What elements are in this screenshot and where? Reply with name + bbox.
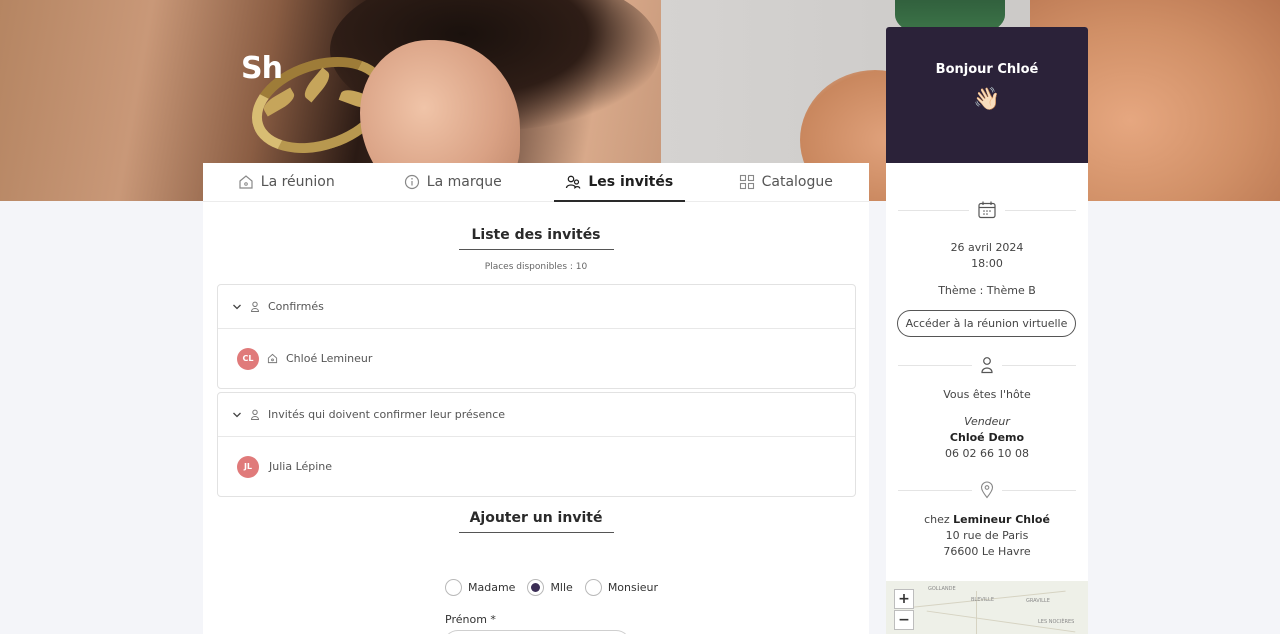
person-icon <box>250 301 260 312</box>
person-icon <box>250 409 260 420</box>
location-map[interactable]: GOLLANDE BLEVILLE GRAVILLE LES NOCIÈRES … <box>886 581 1088 634</box>
seller-role: Vendeur <box>964 415 1010 428</box>
map-zoom-in-button[interactable]: + <box>894 589 914 609</box>
group-label: Confirmés <box>268 300 324 313</box>
chevron-down-icon <box>233 304 241 309</box>
guest-name: Chloé Lemineur <box>286 352 373 365</box>
avatar: CL <box>237 347 259 370</box>
address-line-1: 10 rue de Paris <box>945 529 1029 542</box>
location-divider <box>898 480 1076 500</box>
add-guest-title: Ajouter un invité <box>469 510 603 526</box>
host-home-icon <box>267 353 278 364</box>
map-label: BLEVILLE <box>971 597 995 603</box>
meeting-info-panel: Bonjour Chloé 👋🏻 26 avril 2024 18:00 Thè… <box>886 27 1088 634</box>
meeting-time: 18:00 <box>971 257 1003 270</box>
tab-label: La marque <box>426 174 502 190</box>
host-divider <box>898 355 1076 375</box>
calendar-icon <box>978 201 996 219</box>
radio-mlle[interactable]: Mlle <box>527 579 573 596</box>
tab-invites[interactable]: Les invités <box>536 163 703 201</box>
virtual-meeting-button[interactable]: Accéder à la réunion virtuelle <box>897 310 1076 337</box>
guest-list-title: Liste des invités <box>471 227 601 243</box>
title-divider <box>458 249 614 250</box>
tab-catalogue[interactable]: Catalogue <box>703 163 870 201</box>
group-pending: Invités qui doivent confirmer leur prése… <box>217 392 856 497</box>
guest-list-header: Liste des invités Places disponibles : 1… <box>203 227 869 272</box>
radio-monsieur[interactable]: Monsieur <box>584 579 658 596</box>
chevron-down-icon <box>233 412 241 417</box>
meeting-theme: Thème : Thème B <box>938 284 1036 297</box>
guests-icon <box>566 175 581 189</box>
group-confirmed-toggle[interactable]: Confirmés <box>218 285 855 329</box>
map-zoom-out-button[interactable]: − <box>894 610 914 630</box>
tab-label: La réunion <box>260 174 335 190</box>
guest-name: Julia Lépine <box>269 460 333 473</box>
firstname-input[interactable] <box>443 630 631 634</box>
address-line-2: 76600 Le Havre <box>943 545 1031 558</box>
grid-icon <box>739 174 754 190</box>
tab-label: Catalogue <box>761 174 833 190</box>
wave-icon: 👋🏻 <box>973 87 1001 112</box>
avatar: JL <box>237 455 259 478</box>
civility-radio-group: Madame Mlle Monsieur <box>445 579 662 596</box>
list-item[interactable]: CL Chloé Lemineur <box>218 329 855 388</box>
tab-label: Les invités <box>588 174 674 190</box>
location-line: chez Lemineur Chloé <box>924 513 1050 526</box>
person-icon <box>981 357 993 374</box>
seller-phone[interactable]: 06 02 66 10 08 <box>886 447 1088 460</box>
seller-name: Chloé Demo <box>949 431 1025 444</box>
group-confirmed: Confirmés CL Chloé Lemineur <box>217 284 856 389</box>
group-label: Invités qui doivent confirmer leur prése… <box>268 408 506 421</box>
host-status: Vous êtes l'hôte <box>943 388 1031 401</box>
meeting-date: 26 avril 2024 <box>950 241 1024 254</box>
home-icon <box>239 175 253 189</box>
map-label: LES NOCIÈRES <box>1038 619 1075 625</box>
tab-marque[interactable]: La marque <box>370 163 537 201</box>
add-guest-header: Ajouter un invité <box>203 510 869 533</box>
brand-logo[interactable]: Sh <box>241 51 283 86</box>
location-pin-icon <box>980 481 994 499</box>
tab-bar: La réunion La marque Les invités Catalog… <box>203 163 869 202</box>
title-divider <box>458 532 614 533</box>
greeting-header: Bonjour Chloé 👋🏻 <box>886 27 1088 163</box>
firstname-label: Prénom * <box>445 613 496 626</box>
info-icon <box>404 174 419 190</box>
tab-reunion[interactable]: La réunion <box>203 163 370 201</box>
location-name: Lemineur Chloé <box>953 513 1050 526</box>
places-available: Places disponibles : 10 <box>484 262 588 272</box>
radio-madame[interactable]: Madame <box>445 579 515 596</box>
map-label: GOLLANDE <box>928 586 956 592</box>
list-item[interactable]: JL Julia Lépine <box>218 437 855 496</box>
group-pending-toggle[interactable]: Invités qui doivent confirmer leur prése… <box>218 393 855 437</box>
main-card: La réunion La marque Les invités Catalog… <box>203 163 869 634</box>
map-label: GRAVILLE <box>1026 598 1050 604</box>
calendar-divider <box>898 200 1076 220</box>
greeting-text: Bonjour Chloé <box>935 62 1039 77</box>
